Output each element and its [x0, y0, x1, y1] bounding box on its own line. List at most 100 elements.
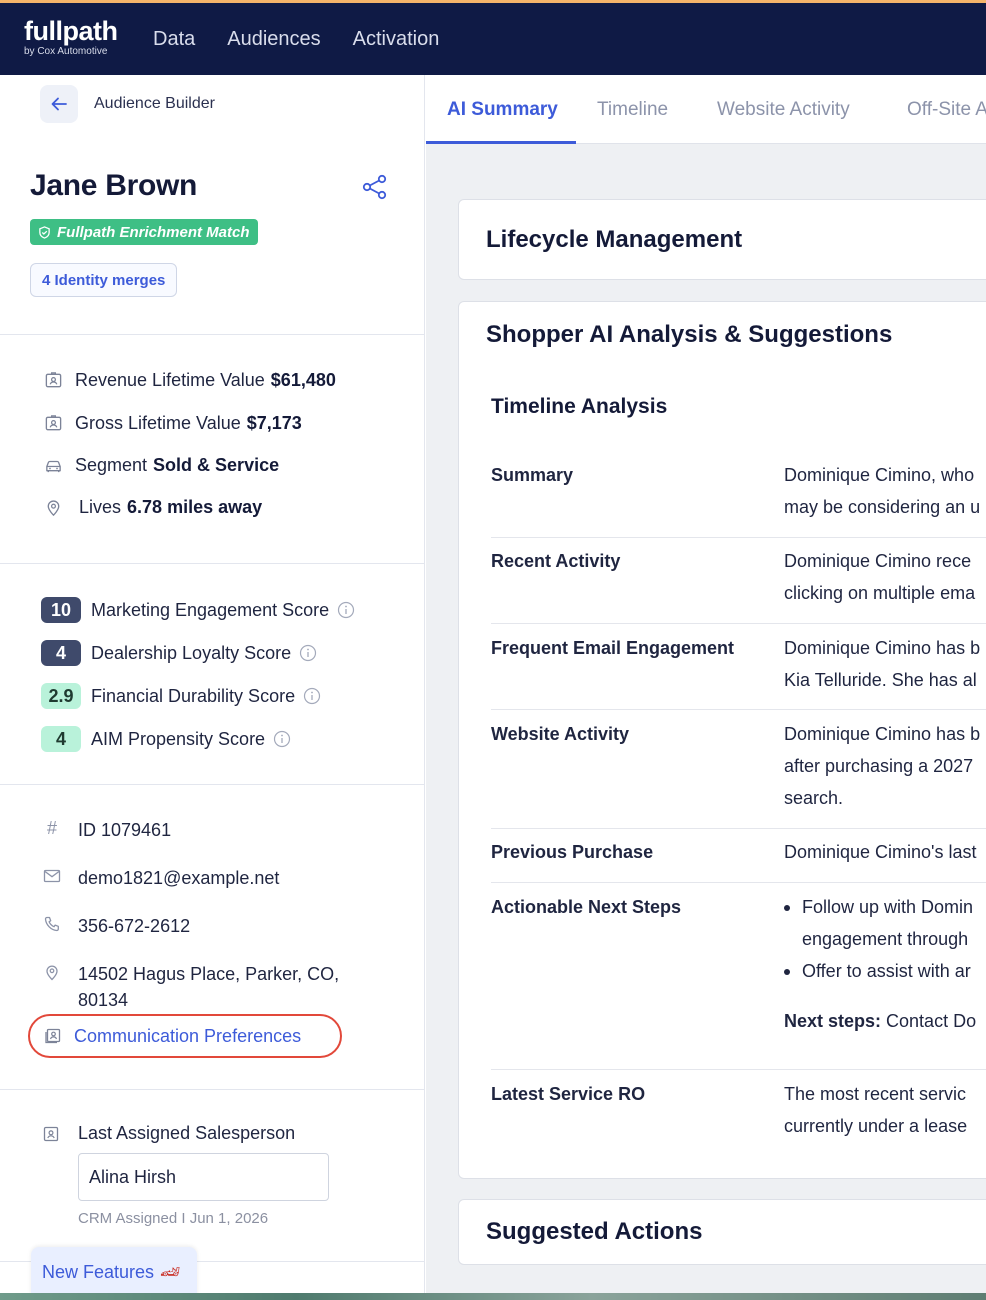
score-badge: 10 — [41, 597, 81, 623]
identity-merges-button[interactable]: 4 Identity merges — [30, 263, 178, 297]
tab-website-activity[interactable]: Website Activity — [717, 99, 850, 121]
contact-id-value: ID 1079461 — [78, 820, 172, 840]
row-line: search. — [784, 788, 844, 808]
logo-subtitle: by Cox Automotive — [24, 46, 108, 57]
tab-off-site[interactable]: Off-Site A — [907, 99, 986, 121]
profile-panel: Audience Builder Jane Brown Fullpath Enr… — [0, 75, 425, 1300]
metric-value: $7,173 — [246, 412, 302, 433]
enrichment-badge-label: Fullpath Enrichment Match — [57, 223, 250, 241]
row-line: may be considering an u — [784, 497, 981, 517]
score-label: Financial Durability Score — [91, 685, 296, 706]
score-label: Dealership Loyalty Score — [91, 642, 292, 663]
metric-label: Segment — [75, 454, 148, 475]
info-icon[interactable] — [299, 644, 317, 662]
communication-preferences-link[interactable]: Communication Preferences — [28, 1014, 342, 1058]
row-divider — [491, 828, 986, 829]
score-badge: 2.9 — [41, 683, 81, 709]
row-line: Dominique Cimino's last — [784, 842, 977, 862]
logo-wordmark: fullpath — [24, 16, 118, 46]
tab-ai-summary[interactable]: AI Summary — [447, 99, 558, 121]
nav-item-audiences[interactable]: Audiences — [227, 28, 320, 51]
row-label: Latest Service RO — [491, 1084, 646, 1104]
communication-preferences-label: Communication Preferences — [74, 1025, 302, 1046]
score-financial-durability: 2.9 Financial Durability Score — [41, 683, 321, 709]
row-label: Recent Activity — [491, 551, 621, 571]
share-icon[interactable] — [361, 173, 389, 201]
metric-label: Gross Lifetime Value — [75, 412, 241, 433]
metric-value: 6.78 miles away — [127, 496, 263, 517]
arrow-left-icon — [51, 97, 67, 111]
row-label: Previous Purchase — [491, 842, 654, 862]
lifecycle-card: Lifecycle Management — [458, 199, 986, 280]
metric-value: $61,480 — [270, 369, 336, 390]
next-steps-line: Next steps: Contact Do — [784, 1005, 986, 1037]
metric-label: Revenue Lifetime Value — [75, 369, 265, 390]
timeline-analysis-title: Timeline Analysis — [491, 395, 668, 418]
location-pin-icon — [46, 965, 58, 981]
next-step-bullet: Offer to assist with ar — [784, 955, 986, 987]
metric-segment: Segment Sold & Service — [42, 453, 279, 477]
contact-phone: 356-672-2612 — [42, 913, 190, 939]
contact-address-value: 14502 Hagus Place, Parker, CO, 80134 — [78, 961, 339, 1013]
breadcrumb[interactable]: Audience Builder — [94, 95, 215, 113]
contact-phone-value[interactable]: 356-672-2612 — [78, 913, 190, 939]
next-step-continuation: engagement through — [802, 929, 969, 949]
nav-item-data[interactable]: Data — [153, 28, 195, 51]
nav-item-activation[interactable]: Activation — [353, 28, 440, 51]
divider — [0, 334, 424, 335]
analysis-card: Shopper AI Analysis & Suggestions Timeli… — [458, 301, 986, 1179]
score-marketing-engagement: 10 Marketing Engagement Score — [41, 597, 355, 623]
location-pin-icon — [47, 499, 59, 516]
metric-revenue-lifetime-value: Revenue Lifetime Value $61,480 — [42, 368, 336, 392]
contact-address: 14502 Hagus Place, Parker, CO, 80134 — [42, 961, 339, 1013]
top-nav: fullpath by Cox Automotive Data Audience… — [0, 3, 986, 75]
metric-distance: Lives 6.78 miles away — [42, 495, 262, 519]
divider — [0, 1089, 424, 1090]
info-icon[interactable] — [273, 730, 291, 748]
race-car-icon: 🏎 — [160, 1264, 181, 1281]
row-label: Website Activity — [491, 724, 630, 744]
metric-label: Lives — [79, 496, 122, 517]
fullpath-logo[interactable]: fullpath by Cox Automotive — [24, 16, 118, 57]
row-divider — [491, 623, 986, 624]
score-label: AIM Propensity Score — [91, 728, 266, 749]
row-value: Dominique Cimino has b Kia Telluride. Sh… — [784, 632, 986, 696]
row-divider — [491, 882, 986, 883]
enrichment-badge: Fullpath Enrichment Match — [30, 219, 258, 245]
score-label: Marketing Engagement Score — [91, 599, 330, 620]
row-value: Dominique Cimino has b after purchasing … — [784, 718, 986, 814]
metric-gross-lifetime-value: Gross Lifetime Value $7,173 — [42, 411, 302, 435]
score-dealership-loyalty: 4 Dealership Loyalty Score — [41, 640, 317, 666]
row-line: Dominique Cimino rece — [784, 551, 972, 571]
new-features-button[interactable]: New Features 🏎 — [31, 1247, 197, 1297]
salesperson-label-text: Last Assigned Salesperson — [78, 1123, 296, 1143]
row-value: The most recent servic currently under a… — [784, 1078, 986, 1142]
crm-assigned-note: CRM Assigned I Jun 1, 2026 — [78, 1210, 269, 1227]
suggested-actions-card: Suggested Actions — [458, 1199, 986, 1265]
profile-name: Jane Brown — [30, 169, 198, 202]
salesperson-field[interactable]: Alina Hirsh — [78, 1153, 329, 1201]
divider — [0, 784, 424, 785]
info-icon[interactable] — [337, 601, 355, 619]
row-divider — [491, 1069, 986, 1070]
row-line: currently under a lease — [784, 1116, 968, 1136]
row-line: Dominique Cimino has b — [784, 724, 981, 744]
lifecycle-title[interactable]: Lifecycle Management — [486, 226, 742, 254]
suggested-actions-title[interactable]: Suggested Actions — [486, 1218, 702, 1246]
address-line-2: 80134 — [78, 990, 129, 1010]
info-icon[interactable] — [303, 687, 321, 705]
row-label: Actionable Next Steps — [491, 897, 682, 917]
tab-timeline[interactable]: Timeline — [597, 99, 668, 121]
back-button[interactable] — [40, 85, 78, 123]
row-value: Follow up with Domin engagement through … — [784, 891, 986, 1037]
contact-email-value[interactable]: demo1821@example.net — [78, 865, 279, 891]
tab-bar: AI Summary Timeline Website Activity Off… — [426, 75, 986, 144]
address-line-1: 14502 Hagus Place, Parker, CO, — [78, 964, 340, 984]
row-label: Summary — [491, 465, 574, 485]
row-value: Dominique Cimino rece clicking on multip… — [784, 545, 986, 609]
divider — [0, 563, 424, 564]
row-divider — [491, 709, 986, 710]
car-icon — [45, 460, 61, 472]
score-aim-propensity: 4 AIM Propensity Score — [41, 726, 291, 752]
mail-icon — [43, 869, 61, 883]
